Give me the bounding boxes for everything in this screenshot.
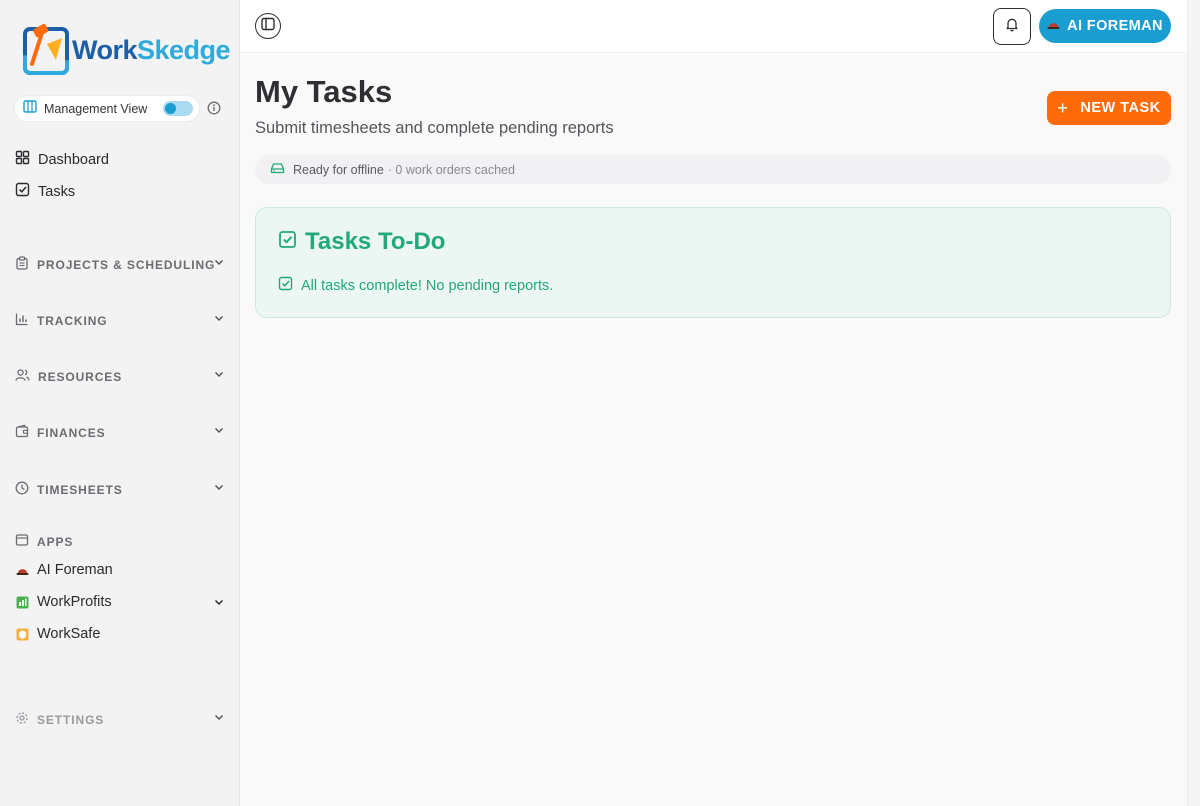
chevron-down-icon [213, 368, 225, 383]
sidebar-section-projects-scheduling[interactable]: PROJECTS & SCHEDULING [15, 256, 225, 273]
top-bar: AI FOREMAN [240, 0, 1187, 53]
workprofits-icon [15, 595, 29, 609]
sidebar-item-label: Dashboard [38, 151, 109, 168]
hard-hat-icon [15, 563, 29, 577]
section-label: TRACKING [37, 313, 108, 328]
sidebar-section-finances[interactable]: FINANCES [15, 424, 225, 441]
sidebar-section-resources[interactable]: RESOURCES [15, 368, 225, 385]
clock-icon [15, 481, 29, 498]
section-label: RESOURCES [38, 369, 123, 384]
tasks-todo-card: Tasks To-Do All tasks complete! No pendi… [255, 207, 1171, 318]
wallet-icon [15, 424, 29, 441]
sidebar-panel-icon [261, 17, 275, 36]
section-label: TIMESHEETS [37, 482, 123, 497]
new-task-button[interactable]: + NEW TASK [1047, 91, 1171, 125]
sidebar-section-timesheets[interactable]: TIMESHEETS [15, 481, 225, 498]
section-label: FINANCES [37, 425, 106, 440]
chevron-down-icon [213, 596, 225, 612]
logo-mark-icon [22, 23, 70, 76]
toggle-sidebar-button[interactable] [255, 13, 281, 39]
management-view-toggle-row[interactable]: Management View [15, 96, 199, 121]
section-label: SETTINGS [37, 712, 105, 727]
chevron-down-icon [213, 256, 225, 271]
new-task-label: NEW TASK [1080, 100, 1161, 116]
main-content: My Tasks Submit timesheets and complete … [240, 54, 1187, 806]
ai-foreman-button[interactable]: AI FOREMAN [1039, 9, 1171, 43]
section-label: PROJECTS & SCHEDULING [37, 257, 216, 272]
notifications-button[interactable] [993, 8, 1031, 45]
offline-cached-count: · 0 work orders cached [387, 162, 515, 177]
chevron-down-icon [213, 312, 225, 327]
sidebar-item-tasks[interactable]: Tasks [15, 182, 75, 201]
checkbox-icon [278, 276, 293, 295]
sidebar-item-worksafe[interactable]: WorkSafe [15, 626, 100, 642]
apps-window-icon [15, 533, 29, 550]
bar-chart-icon [15, 312, 29, 329]
sidebar-item-dashboard[interactable]: Dashboard [15, 150, 109, 169]
sidebar-item-label: WorkSafe [37, 626, 101, 642]
building-icon [23, 99, 37, 118]
sidebar-section-tracking[interactable]: TRACKING [15, 312, 225, 329]
clipboard-icon [15, 256, 29, 273]
dashboard-icon [15, 150, 30, 169]
worksafe-icon [15, 627, 29, 641]
tasks-todo-title: Tasks To-Do [305, 228, 446, 255]
users-icon [15, 368, 30, 385]
checkbox-icon [15, 182, 30, 201]
sidebar-item-ai-foreman[interactable]: AI Foreman [15, 562, 113, 578]
scrollbar-track[interactable] [1187, 0, 1200, 806]
offline-ready-text: Ready for offline [293, 162, 384, 177]
hard-hat-icon [1047, 19, 1060, 33]
tasks-todo-heading: Tasks To-Do [278, 228, 445, 256]
sidebar: WorkSkedge Management View Dashboard Tas… [0, 0, 240, 806]
sidebar-item-label: AI Foreman [37, 562, 113, 578]
logo[interactable]: WorkSkedge [22, 23, 231, 76]
ai-foreman-label: AI FOREMAN [1067, 18, 1163, 34]
tasks-todo-empty-message: All tasks complete! No pending reports. [278, 276, 553, 295]
page-title: My Tasks [255, 74, 393, 109]
tasks-todo-message-text: All tasks complete! No pending reports. [301, 277, 554, 294]
info-icon[interactable] [207, 101, 221, 120]
bell-icon [1005, 17, 1019, 37]
hard-drive-icon [270, 162, 285, 177]
management-view-switch[interactable] [163, 101, 193, 116]
management-view-label: Management View [44, 101, 148, 116]
checkbox-icon [278, 228, 297, 256]
sidebar-item-label: Tasks [38, 183, 76, 200]
sidebar-item-workprofits[interactable]: WorkProfits [15, 594, 225, 610]
logo-text: WorkSkedge [72, 34, 231, 65]
chevron-down-icon [213, 424, 225, 439]
offline-status-bar: Ready for offline · 0 work orders cached [255, 155, 1171, 184]
chevron-down-icon [213, 481, 225, 496]
chevron-down-icon [213, 711, 225, 726]
plus-icon: + [1057, 97, 1069, 118]
sidebar-item-label: WorkProfits [37, 594, 112, 610]
section-label: APPS [37, 534, 74, 549]
page-subtitle: Submit timesheets and complete pending r… [255, 119, 614, 137]
sidebar-section-apps: APPS [15, 533, 225, 550]
gear-icon [15, 711, 29, 728]
sidebar-section-settings[interactable]: SETTINGS [15, 711, 225, 728]
